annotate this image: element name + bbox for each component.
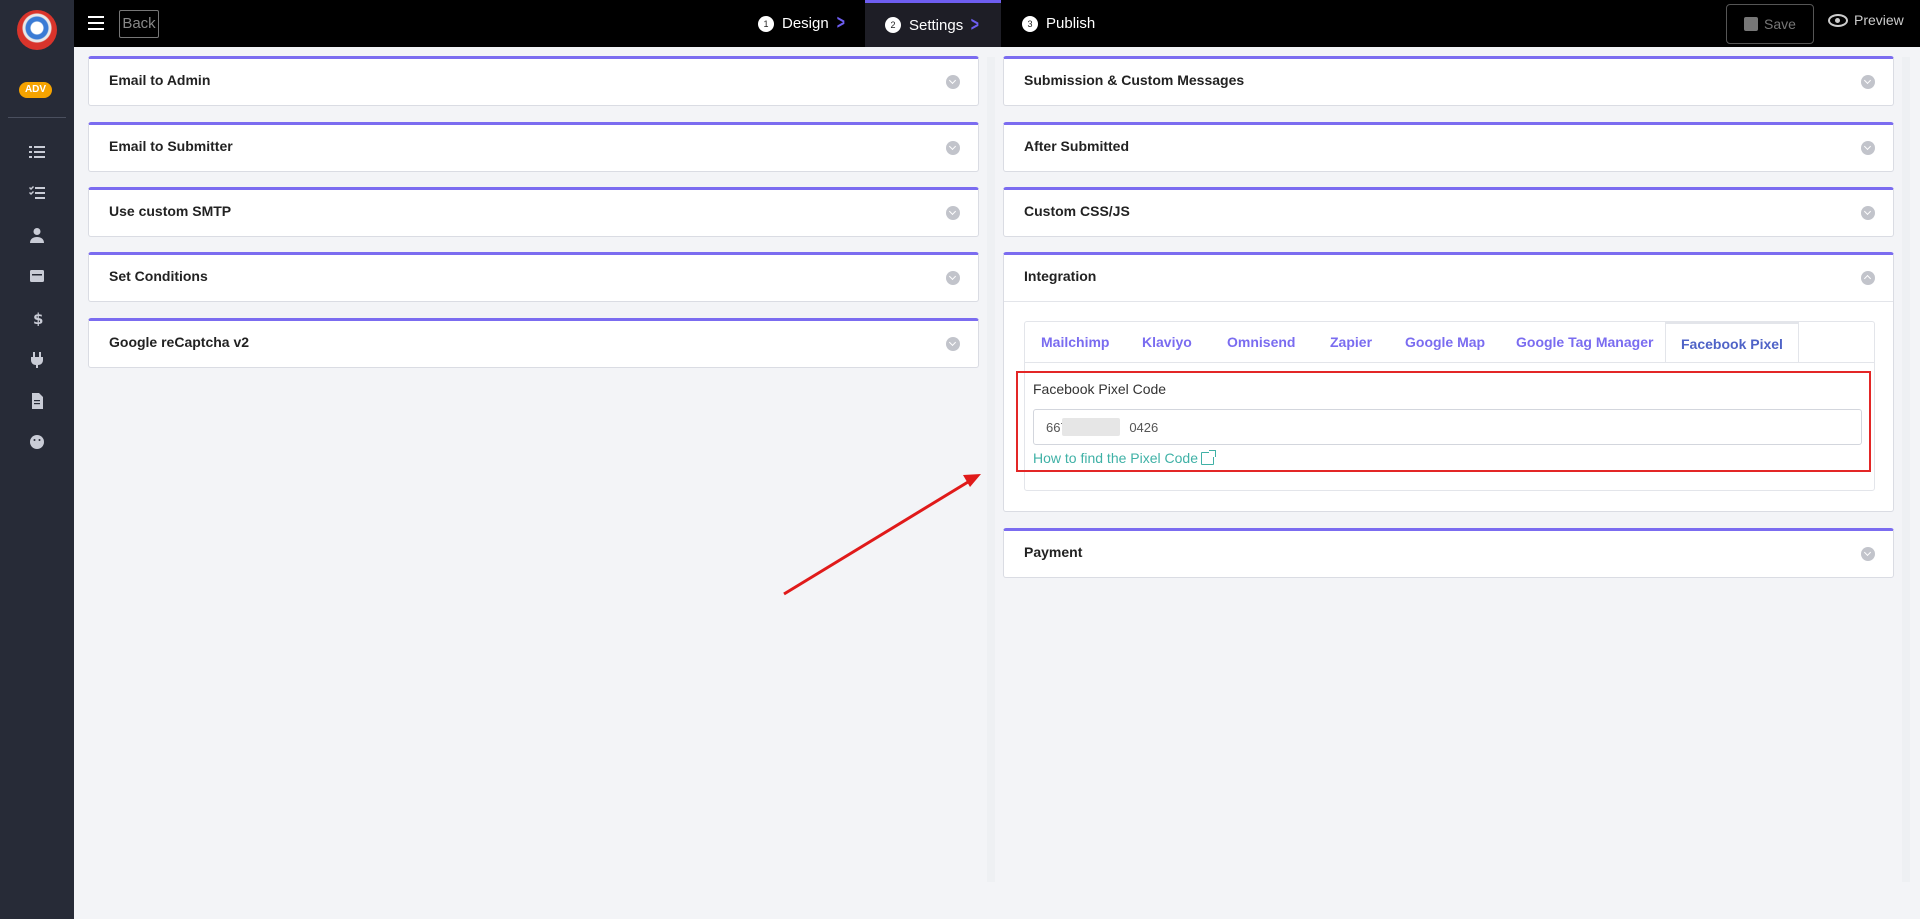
tab-google-map[interactable]: Google Map bbox=[1405, 322, 1485, 362]
svg-text:$: $ bbox=[33, 310, 43, 326]
eye-icon bbox=[1828, 13, 1848, 27]
tab-google-tag-manager[interactable]: Google Tag Manager bbox=[1516, 322, 1653, 362]
annotation-highlight-box: Facebook Pixel Code 667. 0426 How to fin… bbox=[1016, 371, 1871, 472]
chevron-down-icon[interactable] bbox=[946, 75, 960, 89]
panel-title: Set Conditions bbox=[109, 268, 208, 284]
document-icon[interactable] bbox=[27, 391, 47, 411]
panel-google-recaptcha[interactable]: Google reCaptcha v2 bbox=[88, 318, 979, 368]
panel-title: After Submitted bbox=[1024, 138, 1129, 154]
user-icon[interactable] bbox=[27, 225, 47, 245]
pixel-code-value-end: 0426 bbox=[1129, 419, 1159, 435]
tab-facebook-pixel[interactable]: Facebook Pixel bbox=[1665, 322, 1799, 362]
redacted-blur bbox=[1062, 418, 1120, 436]
panel-title: Email to Admin bbox=[109, 72, 211, 88]
step-label: Design bbox=[782, 15, 829, 32]
panel-after-submitted[interactable]: After Submitted bbox=[1003, 122, 1894, 172]
step-label: Settings bbox=[909, 16, 964, 34]
sidebar-divider bbox=[8, 117, 66, 118]
save-icon bbox=[1744, 17, 1759, 31]
sidebar: ADV $ bbox=[0, 0, 74, 919]
dollar-icon[interactable]: $ bbox=[27, 308, 47, 328]
panel-payment[interactable]: Payment bbox=[1003, 528, 1894, 578]
step-number: 3 bbox=[1022, 15, 1038, 32]
panel-integration: Integration Mailchimp Klaviyo Omnisend Z… bbox=[1003, 252, 1894, 512]
tab-klaviyo[interactable]: Klaviyo bbox=[1142, 322, 1192, 362]
divider bbox=[1004, 301, 1893, 302]
list-icon[interactable] bbox=[27, 142, 47, 162]
inbox-icon[interactable] bbox=[27, 266, 47, 286]
panel-title: Submission & Custom Messages bbox=[1024, 72, 1245, 88]
chevron-right-icon: > bbox=[836, 12, 845, 34]
panel-title: Use custom SMTP bbox=[109, 203, 232, 219]
panel-title: Email to Submitter bbox=[109, 138, 233, 154]
help-link-label: How to find the Pixel Code bbox=[1033, 450, 1198, 466]
pixel-code-label: Facebook Pixel Code bbox=[1033, 381, 1167, 397]
step-settings[interactable]: 2 Settings > bbox=[865, 0, 1001, 47]
right-scrollbar[interactable] bbox=[1902, 57, 1910, 882]
chevron-up-icon[interactable] bbox=[1861, 271, 1875, 285]
chevron-down-icon[interactable] bbox=[1861, 141, 1875, 155]
chevron-down-icon[interactable] bbox=[1861, 206, 1875, 220]
panel-use-custom-smtp[interactable]: Use custom SMTP bbox=[88, 187, 979, 237]
plug-icon[interactable] bbox=[27, 350, 47, 370]
save-button[interactable]: Save bbox=[1726, 4, 1814, 44]
panel-title: Custom CSS/JS bbox=[1024, 203, 1130, 219]
hamburger-menu-icon[interactable] bbox=[88, 16, 104, 30]
step-number: 2 bbox=[885, 17, 901, 33]
step-number: 1 bbox=[758, 15, 774, 32]
step-design[interactable]: 1 Design > bbox=[758, 0, 846, 47]
topbar: Back 1 Design > 2 Settings > 3 Publish S… bbox=[74, 0, 1920, 47]
preview-button[interactable]: Preview bbox=[1828, 12, 1904, 28]
preview-label: Preview bbox=[1854, 12, 1904, 28]
tab-omnisend[interactable]: Omnisend bbox=[1227, 322, 1295, 362]
checklist-icon[interactable] bbox=[27, 183, 47, 203]
chevron-down-icon[interactable] bbox=[946, 206, 960, 220]
panel-title: Google reCaptcha v2 bbox=[109, 334, 250, 350]
smile-icon[interactable] bbox=[27, 432, 47, 452]
pixel-code-input[interactable]: 667. 0426 bbox=[1033, 409, 1862, 445]
panel-title: Payment bbox=[1024, 544, 1083, 560]
panel-set-conditions[interactable]: Set Conditions bbox=[88, 252, 979, 302]
tab-mailchimp[interactable]: Mailchimp bbox=[1041, 322, 1109, 362]
app-logo[interactable] bbox=[17, 10, 57, 50]
step-publish[interactable]: 3 Publish bbox=[1022, 0, 1095, 47]
panel-custom-css-js[interactable]: Custom CSS/JS bbox=[1003, 187, 1894, 237]
panel-submission-messages[interactable]: Submission & Custom Messages bbox=[1003, 56, 1894, 106]
chevron-down-icon[interactable] bbox=[1861, 547, 1875, 561]
chevron-down-icon[interactable] bbox=[1861, 75, 1875, 89]
step-label: Publish bbox=[1046, 15, 1096, 32]
back-button[interactable]: Back bbox=[119, 10, 159, 38]
chevron-right-icon: > bbox=[970, 13, 980, 36]
left-scrollbar[interactable] bbox=[987, 57, 995, 882]
adv-badge: ADV bbox=[19, 82, 52, 98]
tab-zapier[interactable]: Zapier bbox=[1330, 322, 1372, 362]
panel-email-to-submitter[interactable]: Email to Submitter bbox=[88, 122, 979, 172]
chevron-down-icon[interactable] bbox=[946, 271, 960, 285]
external-link-icon bbox=[1200, 449, 1216, 465]
save-label: Save bbox=[1764, 16, 1796, 32]
panel-title[interactable]: Integration bbox=[1024, 268, 1096, 284]
chevron-down-icon[interactable] bbox=[946, 337, 960, 351]
chevron-down-icon[interactable] bbox=[946, 141, 960, 155]
pixel-code-help-link[interactable]: How to find the Pixel Code bbox=[1033, 449, 1216, 466]
panel-email-to-admin[interactable]: Email to Admin bbox=[88, 56, 979, 106]
